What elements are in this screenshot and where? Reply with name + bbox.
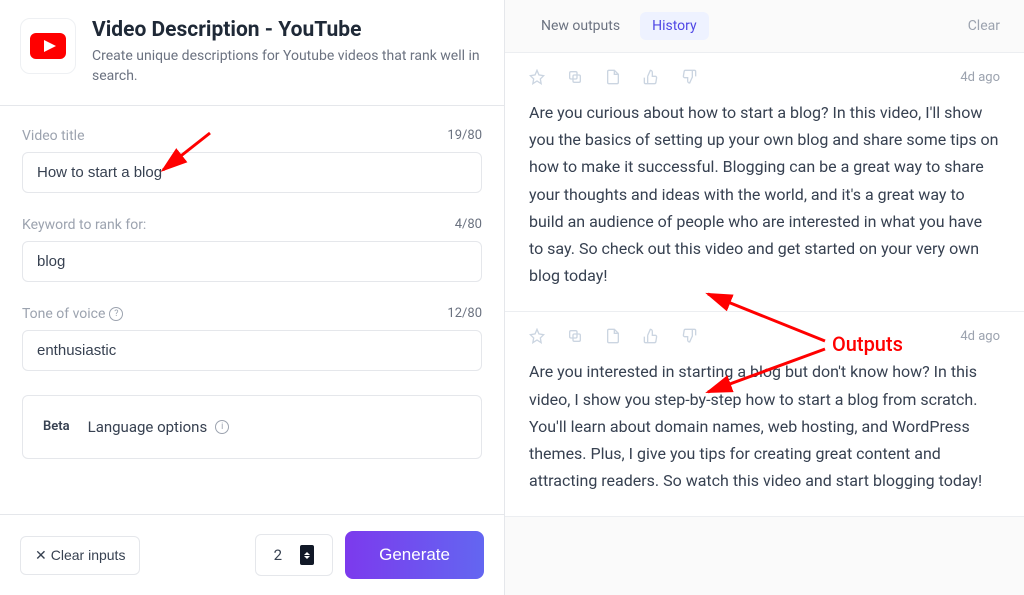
output-timestamp: 4d ago [960,329,1000,344]
output-toolbar [529,69,697,85]
beta-badge: Beta [43,419,70,434]
thumbs-up-icon[interactable] [643,69,659,85]
output-text: Are you curious about how to start a blo… [529,99,1000,289]
tone-count: 12/80 [447,306,482,321]
clear-outputs-button[interactable]: Clear [968,18,1000,34]
document-icon[interactable] [605,69,621,85]
output-toolbar [529,328,697,344]
language-options-label: Language options i [88,418,230,436]
output-timestamp: 4d ago [960,70,1000,85]
left-pane: Video Description - YouTube Create uniqu… [0,0,505,595]
thumbs-down-icon[interactable] [681,328,697,344]
copy-icon[interactable] [567,69,583,85]
footer-bar: ✕ Clear inputs 2 Generate [0,514,504,595]
output-card[interactable]: 4d ago Are you interested in starting a … [505,311,1024,517]
video-title-label: Video title [22,128,85,144]
output-count-value: 2 [274,546,282,564]
output-count-stepper[interactable]: 2 [255,534,333,576]
generate-button[interactable]: Generate [345,531,484,579]
star-icon[interactable] [529,69,545,85]
output-card[interactable]: 4d ago Are you curious about how to star… [505,52,1024,312]
page-title: Video Description - YouTube [92,18,484,42]
output-text: Are you interested in starting a blog bu… [529,358,1000,494]
thumbs-down-icon[interactable] [681,69,697,85]
tone-label: Tone of voice ? [22,306,123,322]
tab-history[interactable]: History [640,12,709,40]
template-header: Video Description - YouTube Create uniqu… [0,0,504,106]
keyword-count: 4/80 [455,217,482,232]
keyword-input[interactable] [22,241,482,282]
right-pane: New outputs History Clear 4d ago Are you… [505,0,1024,595]
x-icon: ✕ [35,547,47,564]
form-area: Video title 19/80 Keyword to rank for: 4… [0,106,504,514]
tab-new-outputs[interactable]: New outputs [529,12,632,40]
thumbs-up-icon[interactable] [643,328,659,344]
language-options-card[interactable]: Beta Language options i [22,395,482,459]
video-title-input[interactable] [22,152,482,193]
keyword-label: Keyword to rank for: [22,217,146,233]
info-icon[interactable]: i [215,420,229,434]
star-icon[interactable] [529,328,545,344]
document-icon[interactable] [605,328,621,344]
tabs-row: New outputs History Clear [505,0,1024,52]
stepper-arrows-icon[interactable] [300,545,314,565]
youtube-icon [20,18,76,74]
help-icon[interactable]: ? [109,307,123,321]
video-title-count: 19/80 [447,128,482,143]
tone-input[interactable] [22,330,482,371]
clear-inputs-button[interactable]: ✕ Clear inputs [20,536,140,575]
copy-icon[interactable] [567,328,583,344]
page-subtitle: Create unique descriptions for Youtube v… [92,46,484,87]
